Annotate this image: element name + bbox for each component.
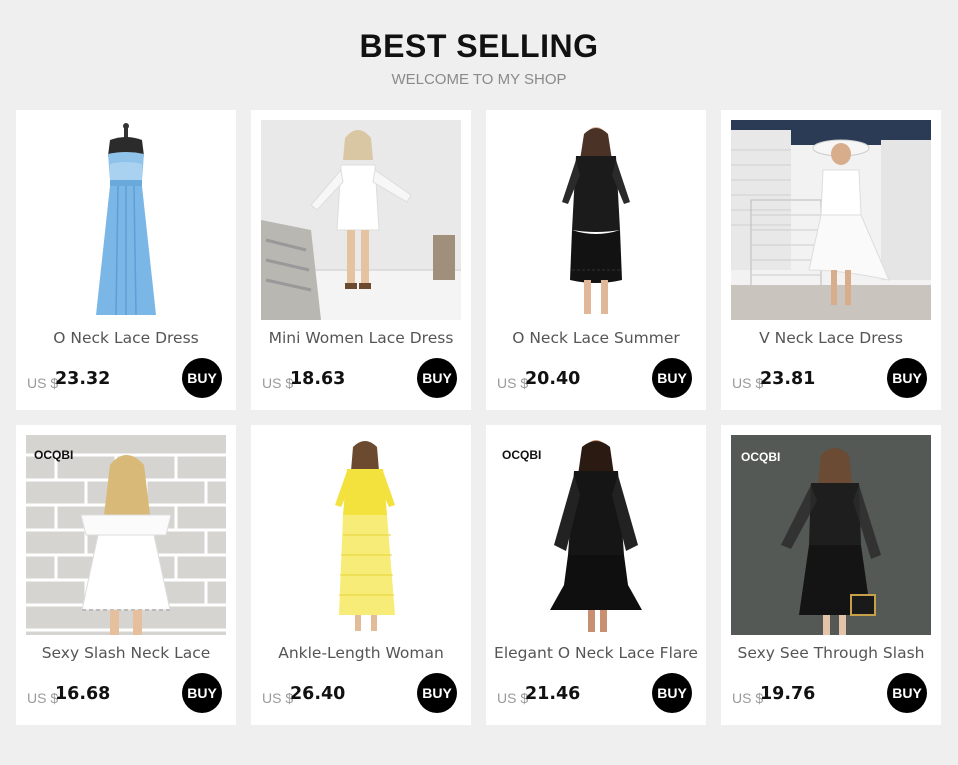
buy-button[interactable]: BUY [417,673,457,713]
buy-button[interactable]: BUY [652,358,692,398]
brand-watermark: OCQBI [502,448,541,462]
product-image[interactable]: OCQBI [26,435,226,635]
product-name[interactable]: Sexy See Through Slash [721,644,941,662]
buy-button[interactable]: BUY [417,358,457,398]
product-card[interactable]: OCQBI Sexy Slash Neck Lace US $ 16.68 BU… [16,425,236,725]
product-name[interactable]: O Neck Lace Dress [16,329,236,347]
buy-button[interactable]: BUY [887,673,927,713]
product-price: 21.46 [525,684,581,704]
page-subtitle: WELCOME TO MY SHOP [391,71,567,88]
currency-label: US $ [732,690,764,706]
brand-watermark: OCQBI [741,450,780,464]
product-name[interactable]: Elegant O Neck Lace Flare [486,644,706,662]
product-name[interactable]: Mini Women Lace Dress [251,329,471,347]
product-card[interactable]: OCQBI Sexy See Through Slash US $ 19.76 … [721,425,941,725]
product-card[interactable]: Mini Women Lace Dress US $ 18.63 BUY [251,110,471,410]
product-card[interactable]: OCQBI Elegant O Neck Lace Flare US $ 21.… [486,425,706,725]
currency-label: US $ [497,690,529,706]
product-name[interactable]: Sexy Slash Neck Lace [16,644,236,662]
currency-label: US $ [497,375,529,391]
product-price: 20.40 [525,369,581,389]
page-title: BEST SELLING [359,28,599,64]
product-image[interactable]: OCQBI [731,435,931,635]
currency-label: US $ [27,690,59,706]
product-price: 23.32 [55,369,111,389]
product-card[interactable]: Ankle-Length Woman US $ 26.40 BUY [251,425,471,725]
buy-button[interactable]: BUY [887,358,927,398]
product-card[interactable]: V Neck Lace Dress US $ 23.81 BUY [721,110,941,410]
product-price: 18.63 [290,369,346,389]
product-price: 16.68 [55,684,111,704]
product-card[interactable]: O Neck Lace Summer US $ 20.40 BUY [486,110,706,410]
product-image[interactable] [496,120,696,320]
currency-label: US $ [262,375,294,391]
product-image[interactable]: OCQBI [496,435,696,635]
brand-watermark: OCQBI [34,448,73,462]
product-price: 19.76 [760,684,816,704]
buy-button[interactable]: BUY [652,673,692,713]
buy-button[interactable]: BUY [182,673,222,713]
product-name[interactable]: O Neck Lace Summer [486,329,706,347]
product-price: 26.40 [290,684,346,704]
currency-label: US $ [732,375,764,391]
product-image[interactable] [261,120,461,320]
product-card[interactable]: O Neck Lace Dress US $ 23.32 BUY [16,110,236,410]
product-name[interactable]: Ankle-Length Woman [251,644,471,662]
buy-button[interactable]: BUY [182,358,222,398]
currency-label: US $ [262,690,294,706]
currency-label: US $ [27,375,59,391]
product-image[interactable] [26,120,226,320]
product-price: 23.81 [760,369,816,389]
product-name[interactable]: V Neck Lace Dress [721,329,941,347]
product-image[interactable] [731,120,931,320]
product-image[interactable] [261,435,461,635]
